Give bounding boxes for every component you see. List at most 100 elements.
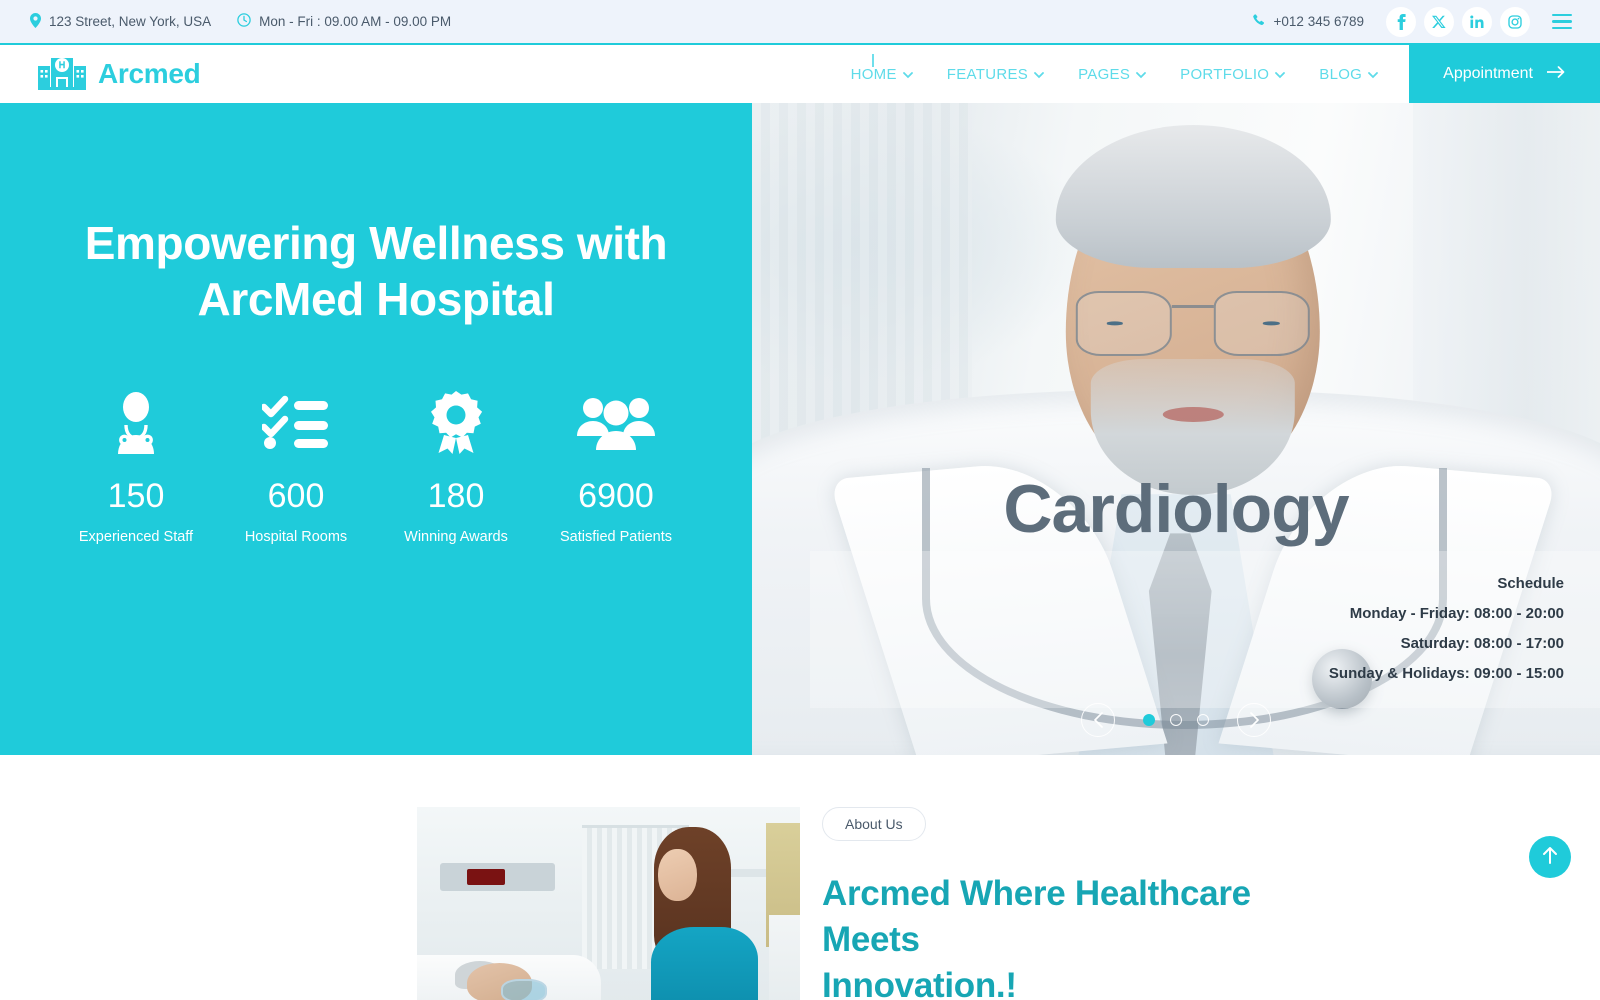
address-text: 123 Street, New York, USA [49,14,212,29]
stat-value: 6900 [578,477,654,516]
stat-hospital-rooms: 600 Hospital Rooms [216,389,376,545]
top-bar-left: 123 Street, New York, USA Mon - Fri : 09… [30,12,451,31]
stat-label: Winning Awards [404,529,508,546]
chevron-down-icon [1034,66,1044,83]
about-image-wrap [0,807,800,1000]
about-heading-line-2: Innovation.! [822,966,1017,1000]
hero-title: Empowering Wellness with ArcMed Hospital [66,215,686,327]
hero-title-line-2: ArcMed Hospital [197,273,555,326]
photo-nurse-face [658,849,697,901]
carousel-controls [752,703,1600,737]
stat-satisfied-patients: 6900 Satisfied Patients [536,389,696,545]
hero-stats: 150 Experienced Staff 600 Hospital Rooms [52,389,700,545]
facebook-icon[interactable] [1386,6,1416,37]
nav-label: FEATURES [946,65,1029,83]
chevron-down-icon [902,66,913,83]
carousel-dots [1143,714,1209,726]
hamburger-bar [1552,26,1572,30]
about-section: About Us Arcmed Where Healthcare Meets I… [0,755,1600,1000]
photo-oxygen-mask [501,979,548,1000]
nav-item-features[interactable]: FEATURES [930,45,1061,103]
hamburger-bar [1552,20,1572,23]
schedule-panel: Schedule Monday - Friday: 08:00 - 20:00 … [810,551,1600,708]
phone-item[interactable]: +012 345 6789 [1252,13,1364,30]
carousel-prev-button[interactable] [1081,703,1115,737]
stat-value: 150 [107,477,165,516]
top-bar: 123 Street, New York, USA Mon - Fri : 09… [0,0,1600,45]
linkedin-icon[interactable] [1462,6,1492,37]
nav-label: HOME [850,65,897,83]
about-heading: Arcmed Where Healthcare Meets Innovation… [822,871,1280,1000]
stat-value: 600 [267,477,325,516]
about-hospital-room-photo [417,807,800,1000]
hours-text: Mon - Fri : 09.00 AM - 09.00 PM [259,14,452,29]
appointment-label: Appointment [1443,65,1533,82]
nav-item-home[interactable]: HOME [834,45,930,103]
brand-logo[interactable]: Arcmed [0,45,201,103]
main-navbar: Arcmed HOME FEATURES PAGES PORTFOLIO BLO… [0,45,1600,103]
hero-section: Empowering Wellness with ArcMed Hospital… [0,103,1600,878]
hamburger-bar [1552,13,1572,17]
photo-mouth [1162,406,1224,422]
hero-title-line-1: Empowering Wellness with [84,217,668,269]
stat-value: 180 [427,477,485,516]
doctor-icon [56,389,216,457]
appointment-button[interactable]: Appointment [1409,45,1600,103]
stat-label: Satisfied Patients [559,529,673,546]
carousel-dot-1[interactable] [1143,714,1155,726]
chevron-down-icon [1368,66,1379,83]
nav-label: PORTFOLIO [1180,65,1270,83]
stat-label: Experienced Staff [78,529,194,546]
photo-hair [1055,125,1331,268]
phone-icon [1252,13,1266,30]
schedule-heading: Schedule [1497,575,1564,592]
photo-glasses-bridge [1171,305,1214,309]
chevron-down-icon [1136,66,1147,83]
address-item: 123 Street, New York, USA [30,12,212,31]
nav-item-blog[interactable]: BLOG [1302,45,1395,103]
stat-experienced-staff: 150 Experienced Staff [56,389,216,545]
arrow-right-icon [1546,65,1566,83]
schedule-row-saturday: Saturday: 08:00 - 17:00 [1400,635,1564,652]
nav-item-pages[interactable]: PAGES [1061,45,1163,103]
photo-glasses [1075,291,1310,356]
nav-label: PAGES [1078,65,1131,83]
hero-slider: Cardiology Schedule Monday - Friday: 08:… [752,103,1600,755]
hours-item: Mon - Fri : 09.00 AM - 09.00 PM [237,13,451,30]
slide-title: Cardiology [1003,471,1349,547]
stat-winning-awards: 180 Winning Awards [376,389,536,545]
instagram-icon[interactable] [1500,6,1530,37]
top-bar-right: +012 345 6789 [1252,6,1572,37]
hero-left-panel: Empowering Wellness with ArcMed Hospital… [0,103,752,755]
hospital-building-icon [38,54,86,95]
schedule-row-sunday: Sunday & Holidays: 09:00 - 15:00 [1328,665,1564,682]
photo-room-display [466,869,506,885]
phone-text: +012 345 6789 [1273,14,1364,29]
about-us-badge[interactable]: About Us [822,807,926,841]
nav-item-portfolio[interactable]: PORTFOLIO [1163,45,1302,103]
nav-links: HOME FEATURES PAGES PORTFOLIO BLOG [834,45,1410,103]
clock-icon [237,13,251,30]
photo-background-person [769,915,800,1000]
about-text-column: About Us Arcmed Where Healthcare Meets I… [800,807,1340,1000]
nav-label: BLOG [1319,65,1363,83]
photo-doctor-head [1055,125,1331,495]
patients-icon [536,389,696,457]
brand-name: Arcmed [98,58,201,89]
scroll-to-top-button[interactable] [1529,836,1571,878]
chevron-down-icon [1275,66,1286,83]
carousel-dot-3[interactable] [1197,714,1209,726]
stat-label: Hospital Rooms [244,529,348,546]
carousel-next-button[interactable] [1237,703,1271,737]
x-twitter-icon[interactable] [1424,6,1454,37]
arrow-up-icon [1542,846,1558,869]
schedule-row-weekdays: Monday - Friday: 08:00 - 20:00 [1349,605,1564,622]
checklist-icon [216,389,376,457]
award-icon [376,389,536,457]
carousel-dot-2[interactable] [1170,714,1182,726]
location-pin-icon [30,12,41,31]
photo-lens-left [1075,291,1172,356]
menu-toggle-button[interactable] [1552,13,1572,30]
photo-lens-right [1214,291,1310,356]
photo-nurse-scrubs [650,927,758,1000]
